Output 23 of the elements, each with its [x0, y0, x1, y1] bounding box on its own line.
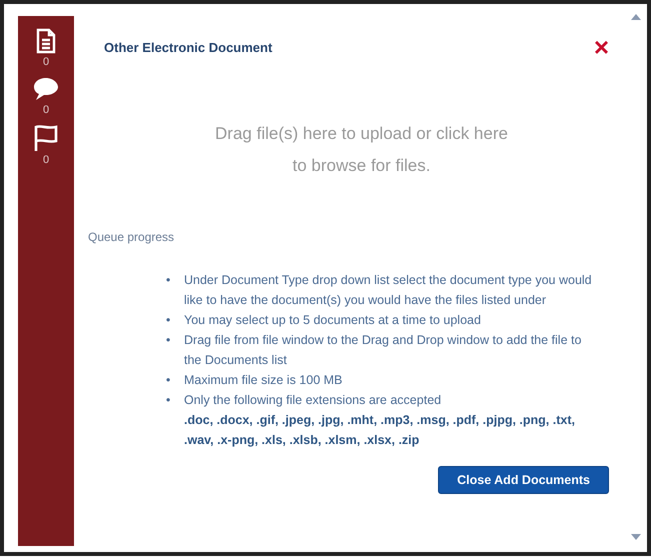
bullet-mark: • [166, 372, 172, 389]
document-icon[interactable] [35, 28, 57, 54]
queue-progress-label: Queue progress [88, 230, 176, 244]
dialog-title: Other Electronic Document [104, 40, 272, 54]
instruction-text: Under Document Type drop down list select the document type you would like to have the document(s) you would have the files listed under [184, 272, 593, 309]
instruction-text: Maximum file size is 100 MB [184, 372, 342, 389]
close-add-documents-button[interactable]: Close Add Documents [438, 466, 609, 494]
bullet-mark: • [166, 272, 172, 289]
instruction-text: You may select up to 5 documents at a time to upload [184, 312, 481, 329]
instruction-text: Only the following file extensions are accepted [184, 392, 442, 409]
scroll-up-icon[interactable] [631, 14, 641, 20]
count-label: 0 [42, 154, 50, 166]
bullet-mark: • [166, 332, 172, 349]
bullet-mark: • [166, 392, 172, 409]
scroll-down-icon[interactable] [631, 534, 641, 540]
count-label: 0 [42, 104, 50, 116]
extensions-list: .doc, .docx, .gif, .jpeg, .jpg, .mht, .mp3, .msg, .pdf, .pjpg, .png, .txt, .wav, .x-png, .xls, .xlsb, .xlsm, .xlsx, .zip [88, 410, 635, 450]
instruction-text: Drag file from file window to the Drag and Drop window to add the file to the Documents list [184, 332, 582, 369]
bullet-mark: • [166, 312, 172, 329]
count-label: 0 [42, 56, 50, 68]
flag-icon[interactable] [33, 124, 59, 152]
comment-icon[interactable] [32, 76, 60, 102]
close-button[interactable]: × [594, 34, 609, 60]
